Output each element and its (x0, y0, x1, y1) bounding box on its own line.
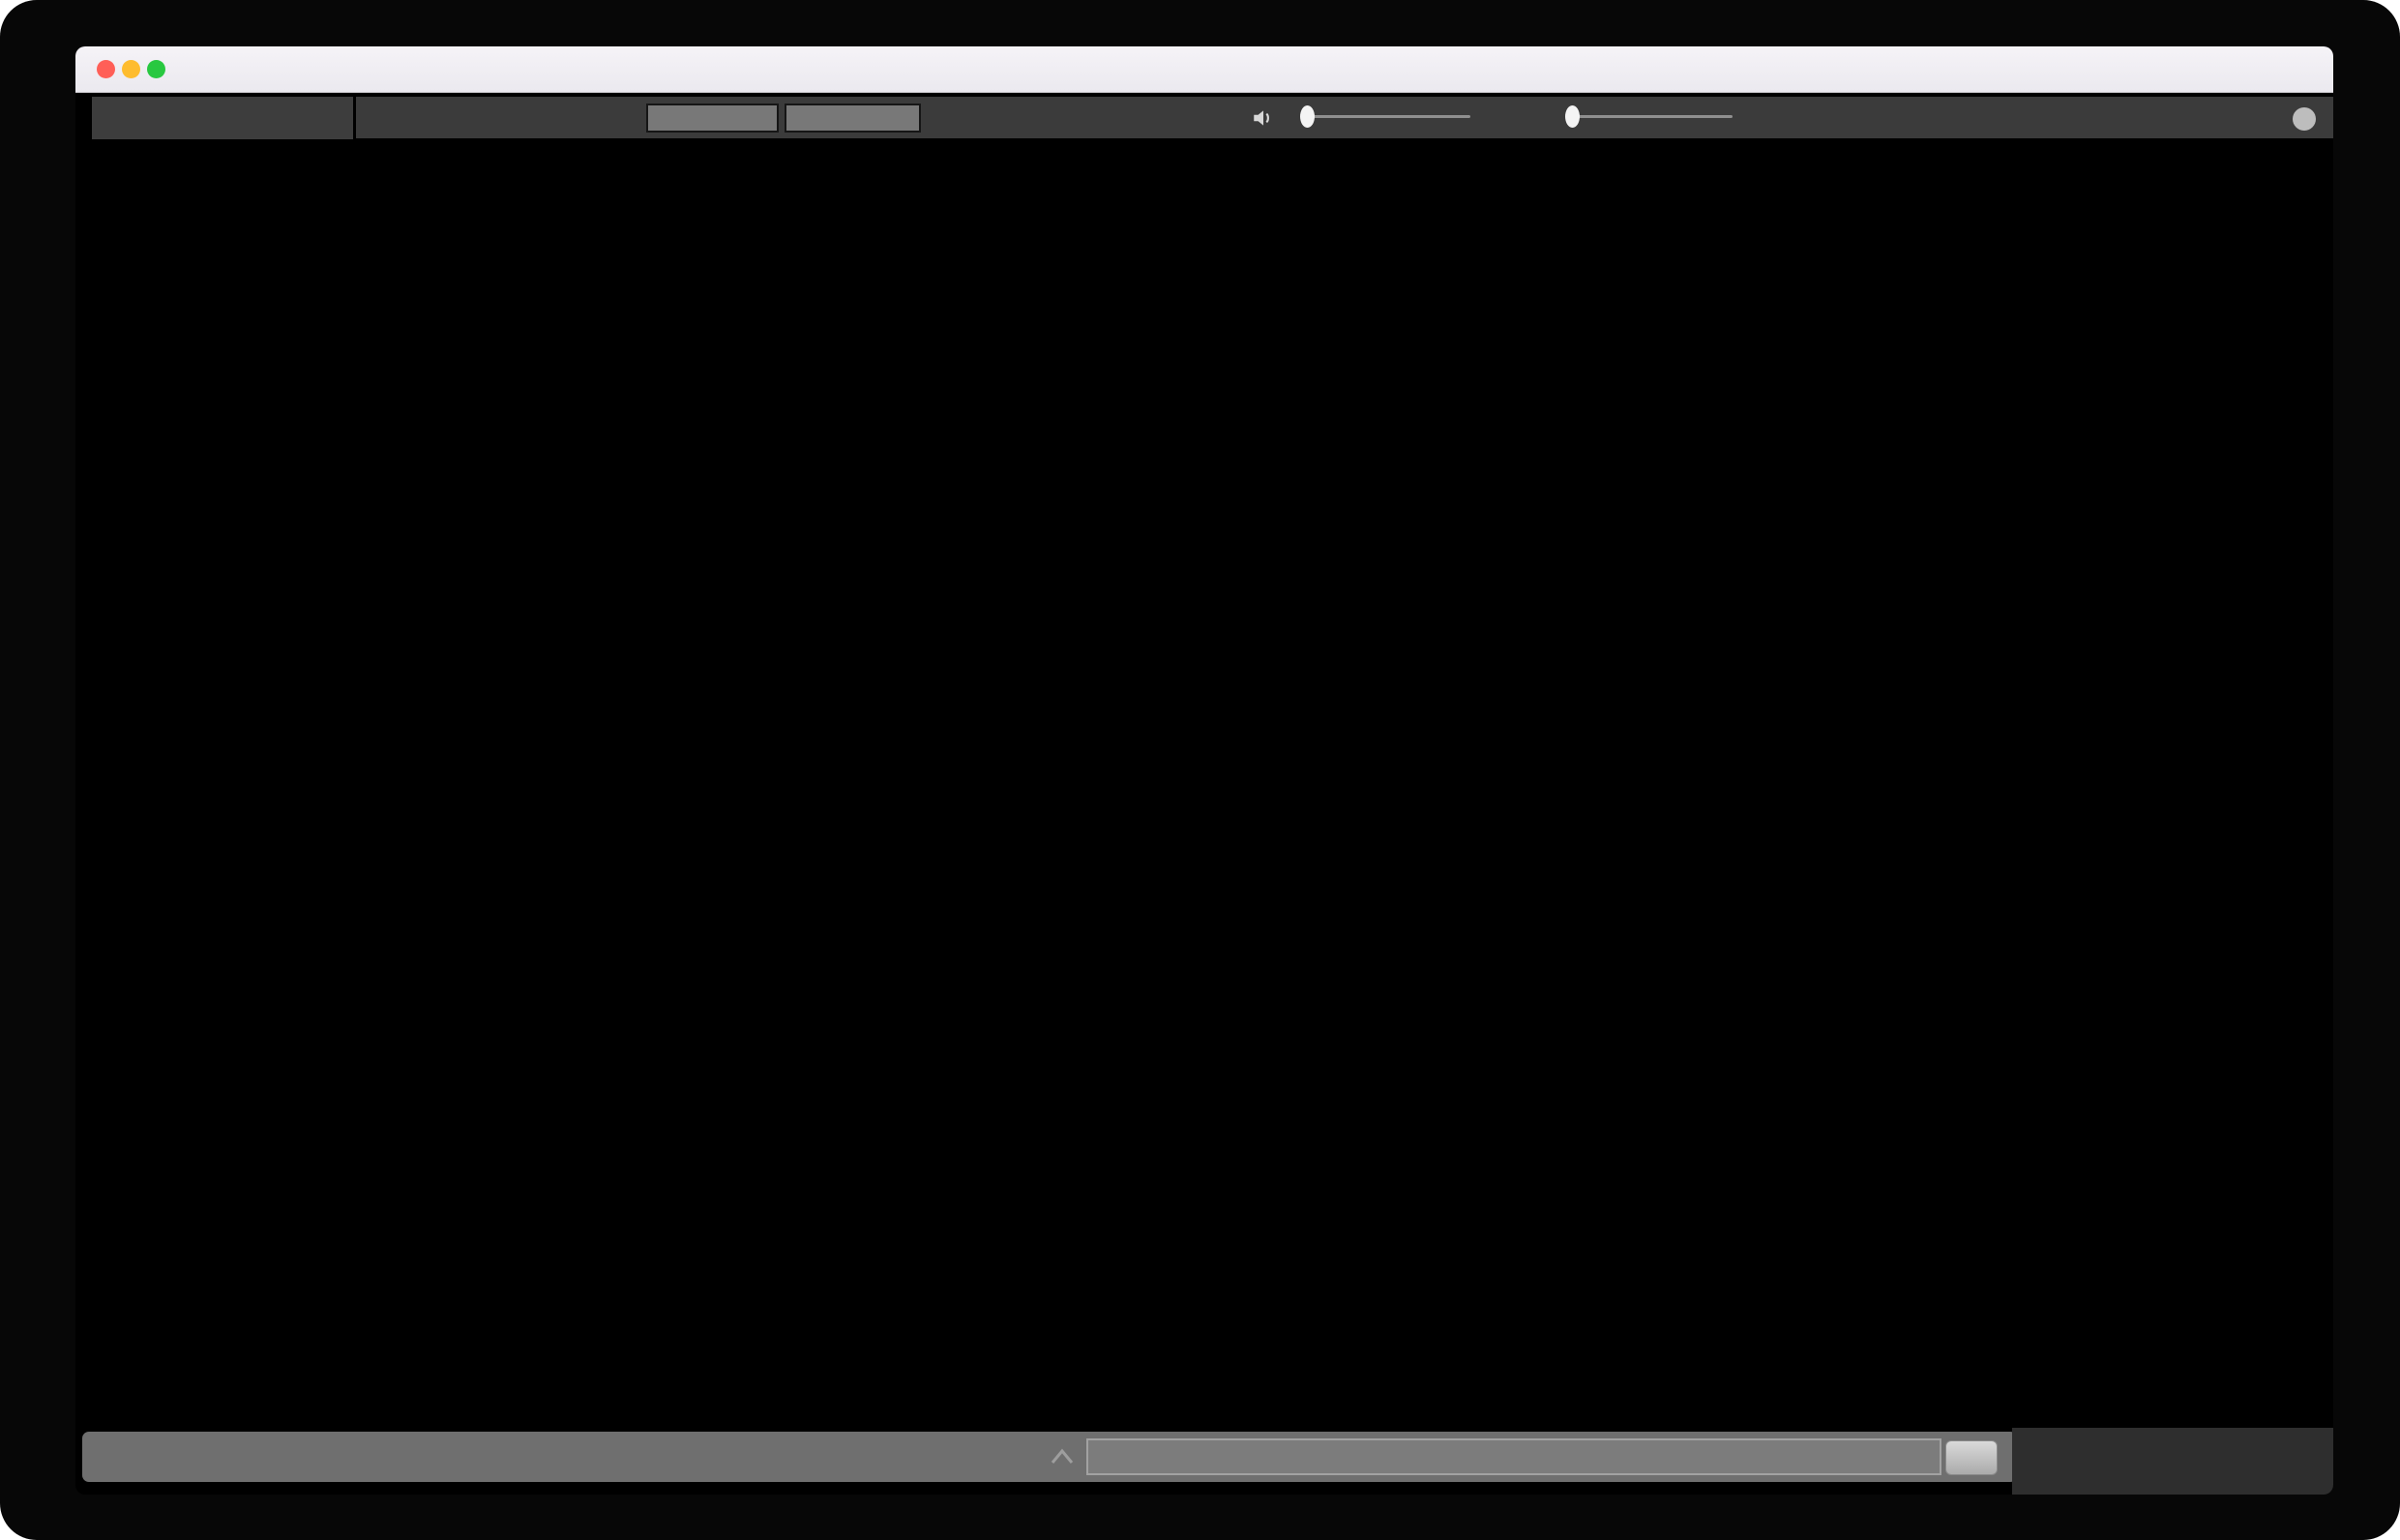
window-titlebar (75, 46, 2333, 93)
processor-list (92, 97, 353, 142)
app-window (75, 46, 2333, 1495)
volume-slider[interactable] (1300, 105, 1470, 128)
save-message-button[interactable] (1945, 1440, 1998, 1475)
record-button[interactable] (2293, 107, 2316, 131)
chevron-up-icon[interactable] (1050, 1447, 1075, 1466)
gate-slider[interactable] (1565, 105, 1733, 128)
main-toolbar (356, 97, 2333, 138)
message-input[interactable] (1086, 1438, 1941, 1475)
speaker-icon (1254, 110, 1269, 126)
display-controls (360, 1118, 2277, 1205)
gate-slider-knob[interactable] (1565, 105, 1580, 128)
signal-chain-toggle[interactable] (2012, 1428, 2333, 1495)
window-title (75, 46, 2333, 92)
cpu-meter (646, 104, 779, 133)
volume-slider-knob[interactable] (1300, 105, 1315, 128)
df-meter (785, 104, 921, 133)
status-bar (82, 1432, 2017, 1482)
screenshot-root (0, 0, 2400, 1540)
processor-list-title (92, 97, 353, 139)
signal-chain-area (75, 1207, 2333, 1420)
